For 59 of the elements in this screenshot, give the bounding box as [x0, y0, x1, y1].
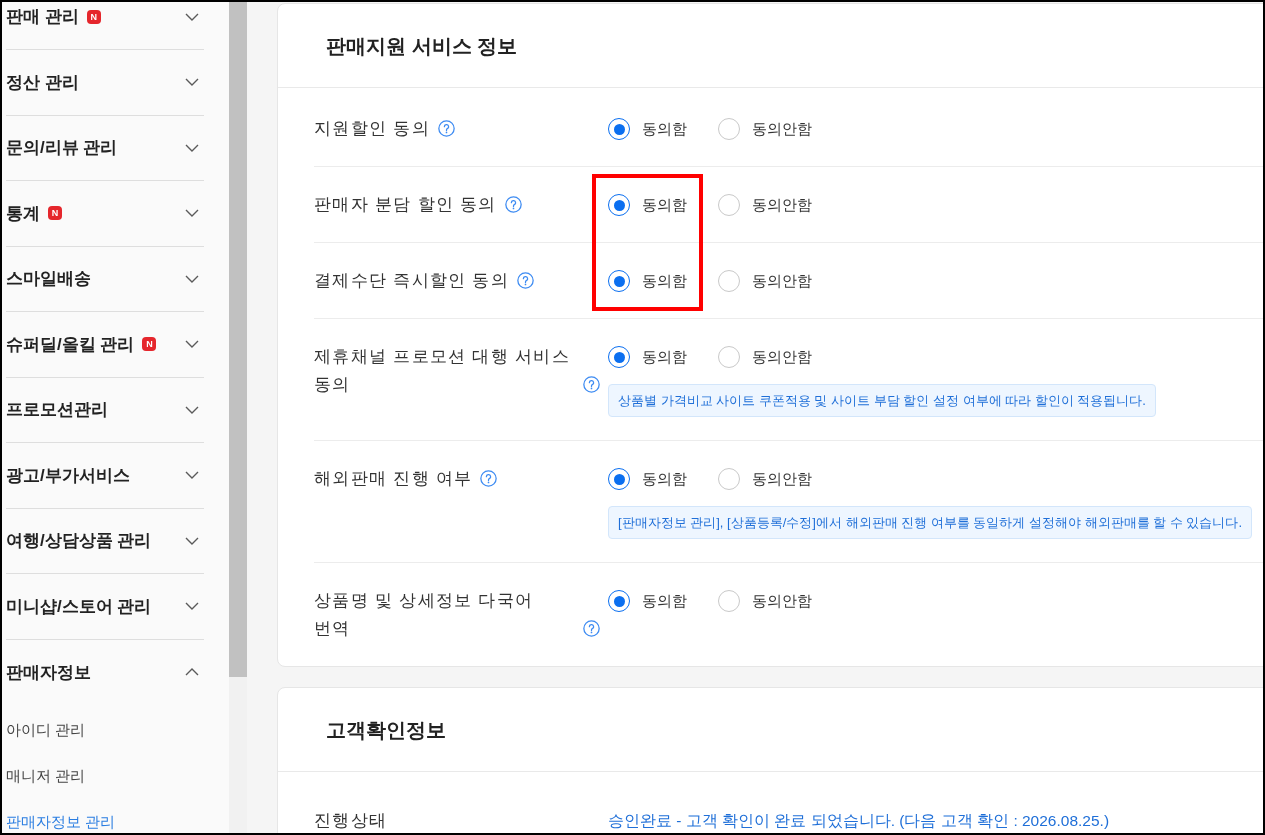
submenu-item[interactable]: 아이디 관리 [6, 719, 86, 741]
field-label: 제휴채널 프로모션 대행 서비스 동의 [314, 346, 571, 396]
menu-item[interactable]: 슈퍼딜/올킬 관리 N [6, 312, 204, 378]
info-note: [판매자정보 관리], [상품등록/수정]에서 해외판매 진행 여부를 동일하게 설정해야 해외판매를 할 수 있습니다. [608, 506, 1252, 539]
menu-label: 판매 관리 [6, 6, 79, 28]
new-badge: N [142, 337, 157, 352]
help-icon[interactable] [583, 620, 600, 637]
radio-option[interactable]: 동의안함 [718, 117, 812, 141]
field-label: 판매자 분담 할인 동의 [314, 194, 497, 216]
menu-label: 통계 [6, 202, 40, 225]
new-badge: N [86, 9, 101, 24]
submenu-item[interactable]: 매니저 관리 [6, 765, 86, 787]
radio-option[interactable]: 동의안함 [718, 589, 812, 613]
menu-item[interactable]: 정산 관리 [6, 50, 204, 116]
menu-label: 프로모션관리 [6, 399, 108, 421]
menu-item[interactable]: 프로모션관리 [6, 377, 204, 443]
radio-option[interactable]: 동의안함 [718, 467, 812, 491]
menu-label: 판매자정보 [6, 661, 91, 684]
menu-item[interactable]: 판매 관리 N [6, 2, 204, 50]
scrollbar-thumb[interactable] [229, 2, 247, 677]
field-label: 지원할인 동의 [314, 118, 430, 140]
menu-item[interactable]: 광고/부가서비스 [6, 443, 204, 509]
radio-option[interactable]: 동의함 [608, 193, 687, 217]
new-badge: N [48, 206, 62, 221]
menu-item[interactable]: 판매자정보 [6, 639, 204, 705]
help-icon[interactable] [437, 120, 455, 137]
radio-option[interactable]: 동의안함 [718, 269, 812, 293]
menu-item[interactable]: 여행/상담상품 관리 [6, 508, 204, 574]
menu-label: 스마일배송 [6, 268, 91, 290]
radio-option[interactable]: 동의함 [608, 467, 687, 491]
radio-option[interactable]: 동의함 [608, 345, 687, 369]
menu-label: 슈퍼딜/올킬 관리 [6, 333, 135, 356]
radio-option[interactable]: 동의함 [608, 589, 687, 613]
menu-item[interactable]: 통계 N [6, 181, 204, 247]
menu-label: 정산 관리 [6, 71, 79, 94]
section-title: 고객확인정보 [326, 717, 446, 743]
menu-label: 미니샵/스토어 관리 [6, 595, 152, 618]
menu-label: 여행/상담상품 관리 [6, 530, 152, 552]
menu-label: 문의/리뷰 관리 [6, 137, 118, 159]
field-label: 해외판매 진행 여부 [314, 468, 473, 490]
help-icon[interactable] [480, 470, 498, 487]
field-label: 진행상태 [314, 811, 388, 830]
radio-option[interactable]: 동의함 [608, 117, 687, 141]
radio-option[interactable]: 동의함 [608, 269, 687, 293]
section-title: 판매지원 서비스 정보 [326, 33, 518, 59]
radio-option[interactable]: 동의안함 [718, 345, 812, 369]
field-label: 결제수단 즉시할인 동의 [314, 270, 510, 292]
submenu-item[interactable]: 판매자정보 관리 [6, 811, 116, 833]
help-icon[interactable] [504, 196, 522, 213]
info-note: 상품별 가격비교 사이트 쿠폰적용 및 사이트 부담 할인 설정 여부에 따라 할인이 적용됩니다. [608, 384, 1156, 417]
status-text: 승인완료 - 고객 확인이 완료 되었습니다. (다음 고객 확인 : 2026.08.25.) [608, 811, 1110, 831]
radio-option[interactable]: 동의안함 [718, 193, 812, 217]
help-icon[interactable] [517, 272, 535, 289]
menu-item[interactable]: 스마일배송 [6, 246, 204, 312]
menu-item[interactable]: 미니샵/스토어 관리 [6, 574, 204, 640]
menu-item[interactable]: 문의/리뷰 관리 [6, 115, 204, 181]
field-label: 상품명 및 상세정보 다국어 번역 [314, 590, 535, 640]
help-icon[interactable] [583, 376, 600, 393]
menu-label: 광고/부가서비스 [6, 464, 130, 487]
